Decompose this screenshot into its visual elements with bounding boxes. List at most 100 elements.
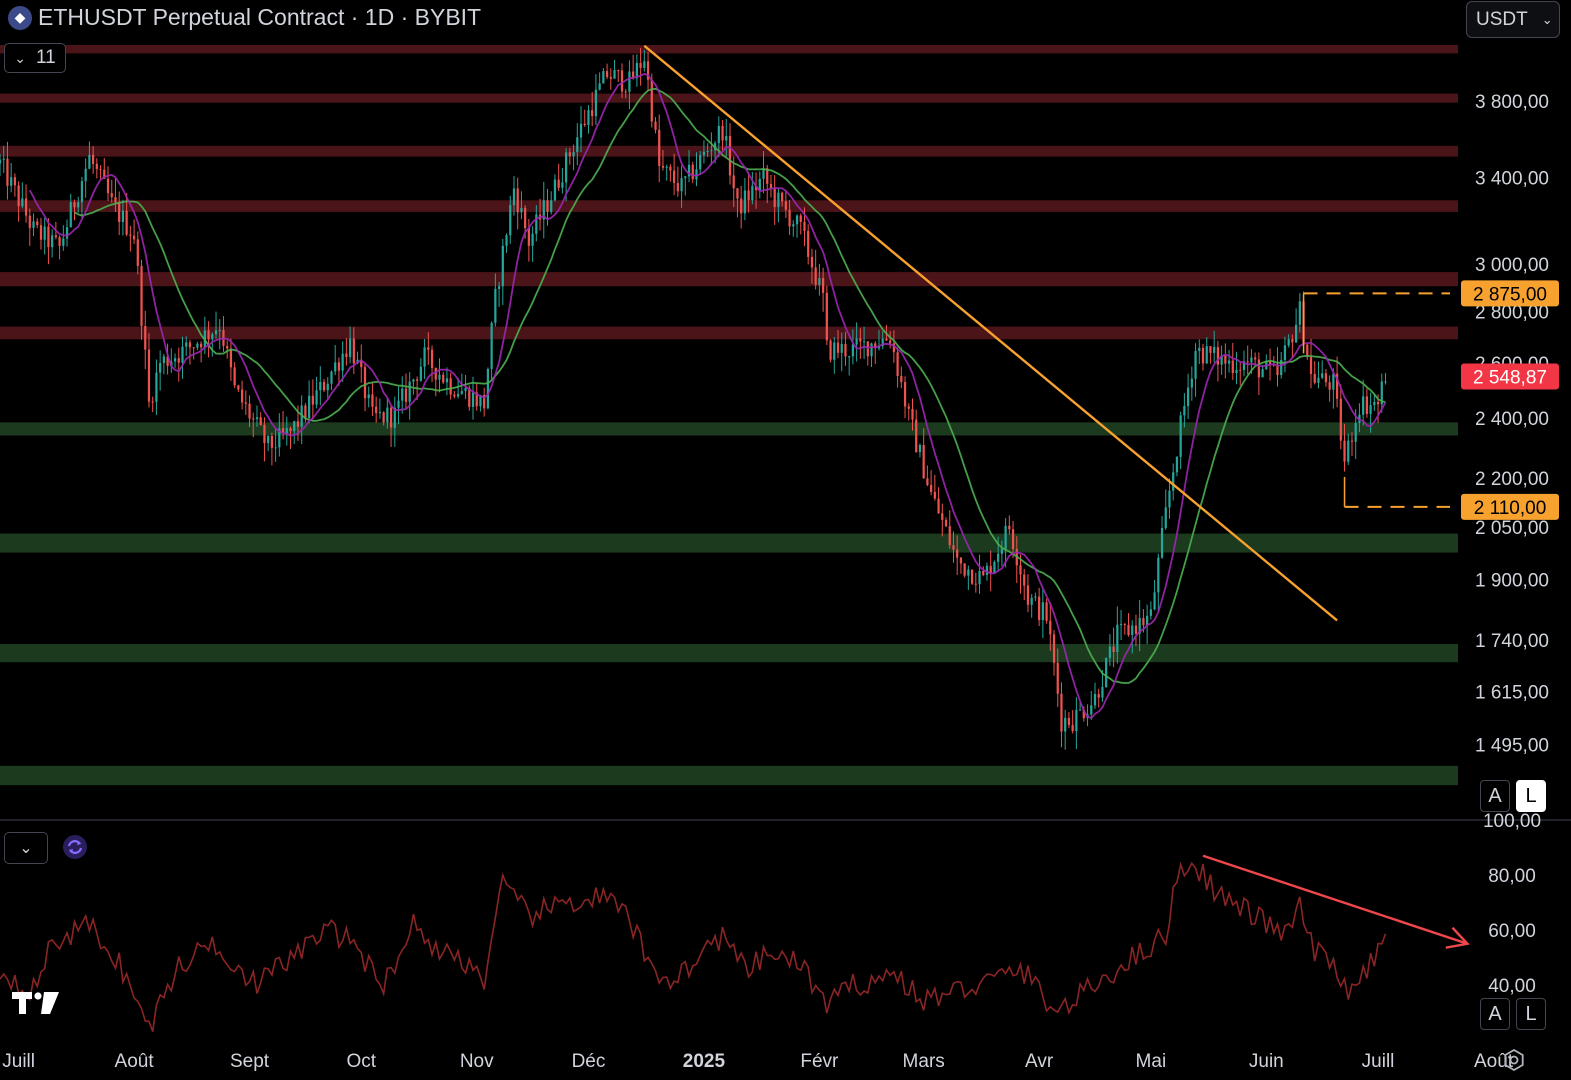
candle-body [1332,373,1335,390]
candle-body [598,83,601,90]
candle-body [159,363,162,373]
time-tick-label: Sept [230,1051,270,1072]
candle [181,336,184,379]
candle-body [684,176,687,179]
candle-body [1213,346,1216,353]
candle [795,214,799,238]
settings-gear-icon[interactable] [1502,1048,1526,1072]
candle-body [244,402,247,404]
candle-body [825,292,828,341]
candle [620,63,624,99]
candle [1123,623,1126,635]
candle-body [255,417,259,420]
candle [419,358,422,382]
time-tick-label: Nov [460,1051,494,1072]
candle-body [516,188,519,213]
candle [1224,343,1227,379]
candle-body [576,137,579,153]
candle-body [546,200,549,212]
candle [1384,372,1387,385]
candle [1257,352,1260,395]
candle [617,69,620,82]
candle [635,54,639,87]
currency-selector[interactable]: USDT ⌄ [1466,1,1560,38]
candle [95,158,98,179]
candle-body [449,378,452,395]
candle [1026,574,1030,613]
candle [1183,393,1186,428]
candle [989,550,992,592]
candle [237,384,240,393]
candle [587,105,590,134]
candle-body [263,424,266,444]
candle-body [1376,401,1380,405]
candle-body [1008,525,1011,530]
candle [609,68,612,90]
candle [639,47,642,86]
candle-body [1324,373,1328,383]
rsi-tick-label: 60,00 [1488,921,1536,942]
candle [1127,613,1130,637]
candle-body [862,341,866,343]
rsi-pane-collapse-button[interactable]: ⌄ [4,832,48,864]
candle-body [1038,596,1041,621]
candle [933,474,936,501]
price-chart[interactable]: 3 800,003 400,003 000,002 800,002 600,00… [0,0,1571,1080]
candle-body [456,393,460,397]
candle-body [1101,686,1104,698]
candle-body [1119,624,1123,626]
candle [959,557,963,574]
candle-body [814,267,817,285]
candle-body [438,374,441,380]
log-scale-button[interactable]: L [1516,780,1546,812]
candle [430,345,434,383]
candle [1045,598,1048,624]
auto-scale-button[interactable]: A [1480,780,1510,812]
candle-body [1112,646,1115,653]
candle [401,376,404,414]
candle-body [747,190,750,201]
candle-body [658,129,661,166]
candle-body [315,390,318,405]
indicator-collapse-button[interactable]: ⌄ 11 [4,43,66,73]
rsi-log-scale-button[interactable]: L [1516,998,1546,1030]
candle-body [58,237,61,246]
candle-body [1257,359,1260,378]
candle-body [1194,350,1197,379]
candle-body [1201,347,1205,364]
rsi-auto-scale-button[interactable]: A [1480,998,1510,1030]
candle-body [1011,529,1015,550]
candle-body [267,435,270,444]
candle [188,339,192,365]
candle-body [348,338,352,358]
candle [1138,600,1141,652]
candle [929,470,933,496]
candle-body [803,221,806,231]
candle [1090,691,1093,720]
candle [442,371,445,384]
candle-body [95,163,98,169]
candle [579,106,583,153]
candle-body [967,569,970,576]
candle-body [952,545,955,550]
candle-body [192,347,195,349]
moving-average-fast [29,72,1387,720]
candle-body [337,362,341,371]
candle [1347,433,1350,466]
candle-body [900,375,903,383]
candle-body [1030,597,1033,605]
candle-body [1093,694,1097,706]
sync-icon[interactable] [62,834,88,860]
candle [1060,682,1063,748]
candle-body [404,388,408,402]
candle-body [181,346,184,363]
candle [721,119,724,151]
candle-body [363,367,367,399]
candle-body [587,110,590,125]
candle-body [32,221,35,228]
candle-body [922,444,925,479]
candle-body [1097,694,1100,698]
candle [36,218,39,229]
candle [546,188,549,226]
candle-body [121,210,125,222]
